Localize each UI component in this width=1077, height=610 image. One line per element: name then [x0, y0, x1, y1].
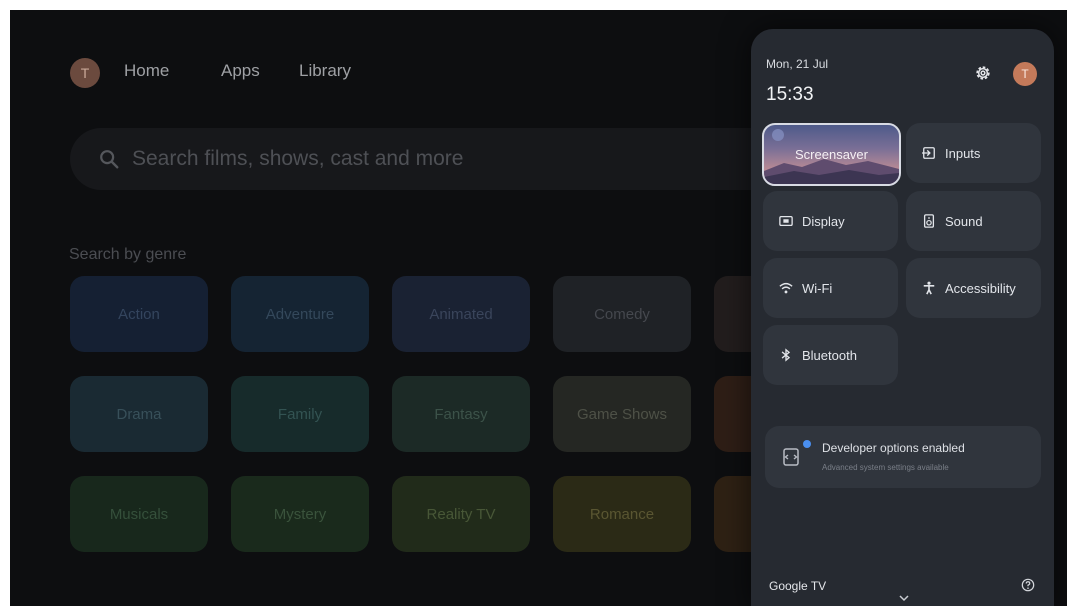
screensaver-label: Screensaver	[795, 147, 868, 162]
nav-home[interactable]: Home	[124, 61, 169, 81]
genre-section-title: Search by genre	[69, 246, 187, 263]
wifi-icon	[779, 282, 793, 294]
wifi-label: Wi-Fi	[802, 280, 833, 296]
tv-screen: T Home Apps Library Search films, shows,…	[10, 10, 1067, 606]
genre-tile-partial-2[interactable]	[714, 376, 754, 452]
genre-tile-action[interactable]: Action	[70, 276, 208, 352]
developer-options-title: Developer options enabled	[822, 441, 965, 455]
panel-date: Mon, 21 Jul	[766, 57, 829, 71]
developer-options-card[interactable]: Developer options enabled Advanced syste…	[765, 426, 1041, 488]
sound-label: Sound	[945, 213, 983, 229]
notification-dot	[803, 440, 811, 448]
speaker-icon	[923, 214, 935, 228]
genre-tile-mystery[interactable]: Mystery	[231, 476, 369, 552]
search-input[interactable]: Search films, shows, cast and more	[70, 128, 790, 190]
profile-avatar[interactable]: T	[70, 58, 100, 88]
gear-icon[interactable]	[973, 63, 993, 83]
genre-tile-drama[interactable]: Drama	[70, 376, 208, 452]
accessibility-tile[interactable]: Accessibility	[906, 258, 1041, 318]
display-label: Display	[802, 213, 845, 229]
developer-options-subtitle: Advanced system settings available	[822, 463, 949, 472]
inputs-tile[interactable]: Inputs	[906, 123, 1041, 183]
input-icon	[922, 147, 935, 159]
genre-tile-comedy[interactable]: Comedy	[553, 276, 691, 352]
accessibility-icon	[923, 281, 935, 295]
genre-tile-animated[interactable]: Animated	[392, 276, 530, 352]
genre-tile-romance[interactable]: Romance	[553, 476, 691, 552]
developer-mode-icon	[783, 448, 799, 466]
display-tile[interactable]: Display	[763, 191, 898, 251]
accessibility-label: Accessibility	[945, 280, 1016, 296]
display-icon	[779, 215, 793, 227]
genre-tile-reality-tv[interactable]: Reality TV	[392, 476, 530, 552]
inputs-label: Inputs	[945, 145, 981, 161]
bluetooth-label: Bluetooth	[802, 347, 857, 363]
chevron-down-icon[interactable]	[899, 594, 909, 602]
nav-apps[interactable]: Apps	[221, 61, 260, 81]
search-placeholder: Search films, shows, cast and more	[132, 147, 464, 170]
screensaver-tile[interactable]: Screensaver	[762, 123, 901, 186]
help-icon[interactable]	[1021, 578, 1035, 592]
nav-library[interactable]: Library	[299, 61, 351, 81]
bluetooth-tile[interactable]: Bluetooth	[763, 325, 898, 385]
genre-tile-musicals[interactable]: Musicals	[70, 476, 208, 552]
sound-tile[interactable]: Sound	[906, 191, 1041, 251]
bluetooth-icon	[781, 348, 791, 362]
genre-tile-game-shows[interactable]: Game Shows	[553, 376, 691, 452]
wifi-tile[interactable]: Wi-Fi	[763, 258, 898, 318]
genre-tile-partial-1[interactable]	[714, 276, 754, 352]
genre-tile-adventure[interactable]: Adventure	[231, 276, 369, 352]
genre-tile-family[interactable]: Family	[231, 376, 369, 452]
genre-tile-fantasy[interactable]: Fantasy	[392, 376, 530, 452]
panel-profile-avatar[interactable]: T	[1013, 62, 1037, 86]
panel-time: 15:33	[766, 84, 814, 105]
genre-tile-partial-3[interactable]	[714, 476, 754, 552]
search-icon	[100, 150, 119, 169]
quick-settings-panel: Mon, 21 Jul 15:33 T Screensaver Inputs D…	[751, 29, 1054, 606]
google-tv-brand: Google TV	[769, 579, 827, 593]
